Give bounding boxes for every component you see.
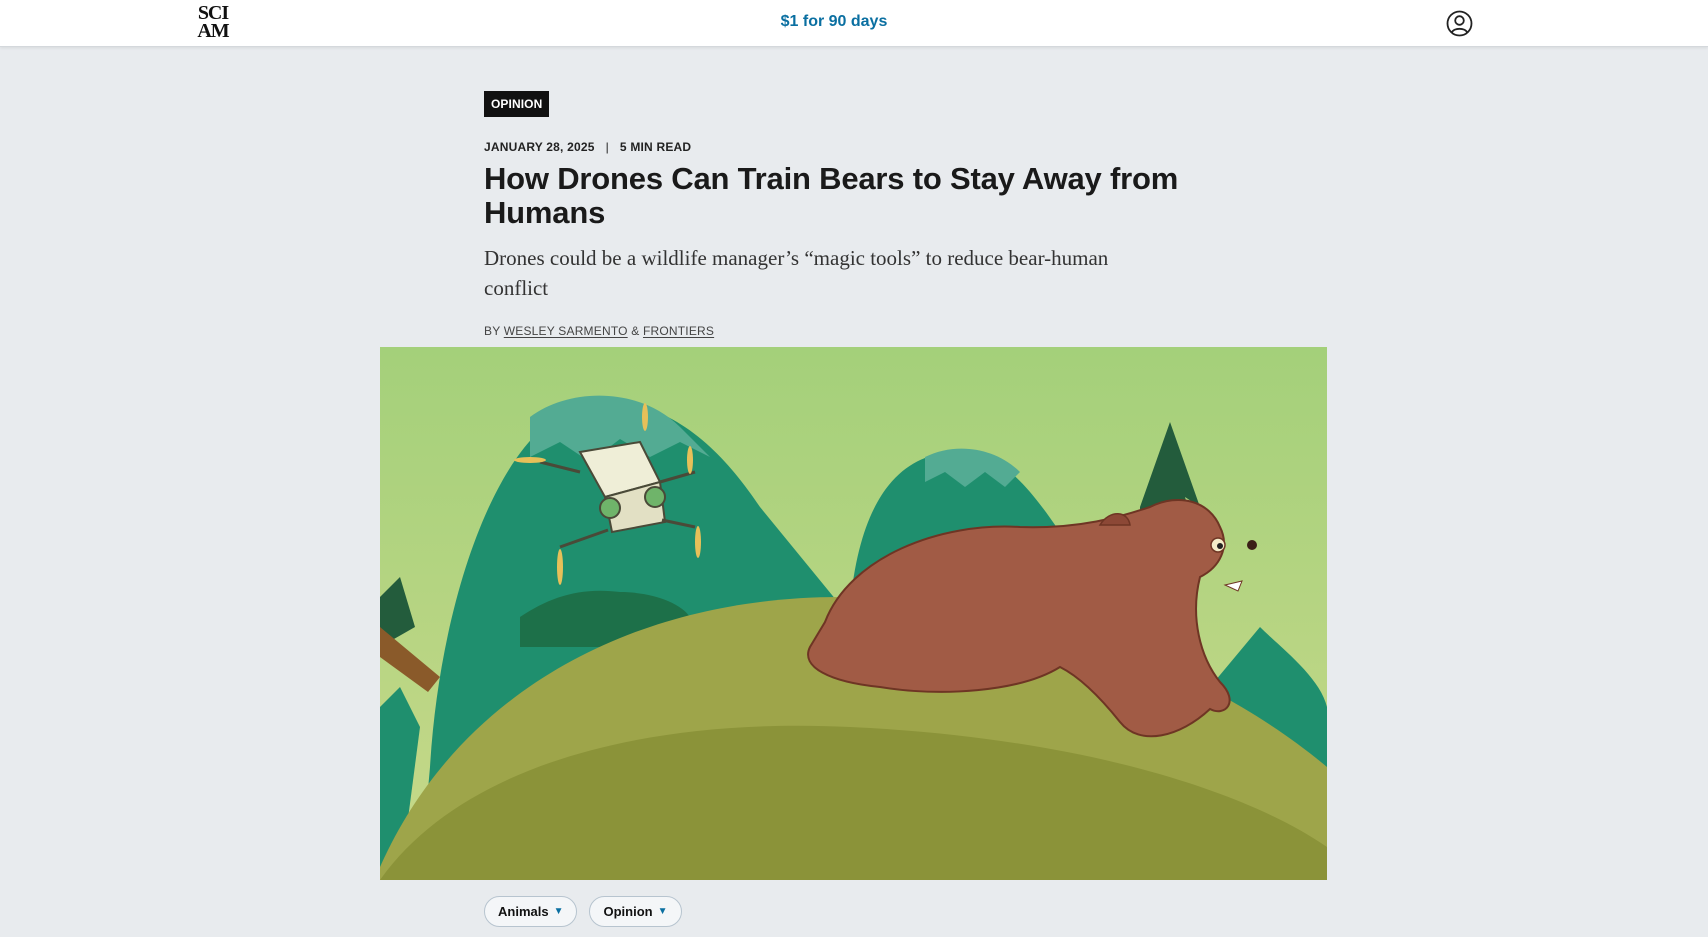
article-meta: JANUARY 28, 2025 | 5 MIN READ [484,140,691,154]
read-time: 5 MIN READ [619,140,692,154]
topic-tags: Animals ▼ Opinion ▼ [484,896,682,927]
article-subtitle: Drones could be a wildlife manager’s “ma… [484,246,1109,300]
byline-prefix: BY [484,324,501,338]
hero-illustration [380,347,1327,880]
section-badge-opinion[interactable]: OPINION [484,91,550,117]
author-link-frontiers[interactable]: FRONTIERS [643,324,714,338]
user-account-icon [1446,10,1473,37]
byline: BY WESLEY SARMENTO & FRONTIERS [484,324,714,338]
top-navigation-bar: SCI AM $1 for 90 days [0,0,1708,47]
byline-joiner: & [631,324,640,338]
author-link-wesley-sarmento[interactable]: WESLEY SARMENTO [504,324,628,338]
article-title: How Drones Can Train Bears to Stay Away … [484,161,1179,230]
subscription-promo-link[interactable]: $1 for 90 days [0,13,1668,31]
tag-opinion[interactable]: Opinion ▼ [589,896,682,927]
chevron-down-icon: ▼ [553,906,564,917]
chevron-down-icon: ▼ [657,906,668,917]
publish-date: JANUARY 28, 2025 [484,140,595,154]
tag-label: Animals [498,904,549,919]
drone-chasing-bear-illustration [380,347,1327,880]
tag-label: Opinion [603,904,653,919]
meta-separator: | [605,140,609,154]
tag-animals[interactable]: Animals ▼ [484,896,578,927]
account-button[interactable] [1446,10,1473,37]
